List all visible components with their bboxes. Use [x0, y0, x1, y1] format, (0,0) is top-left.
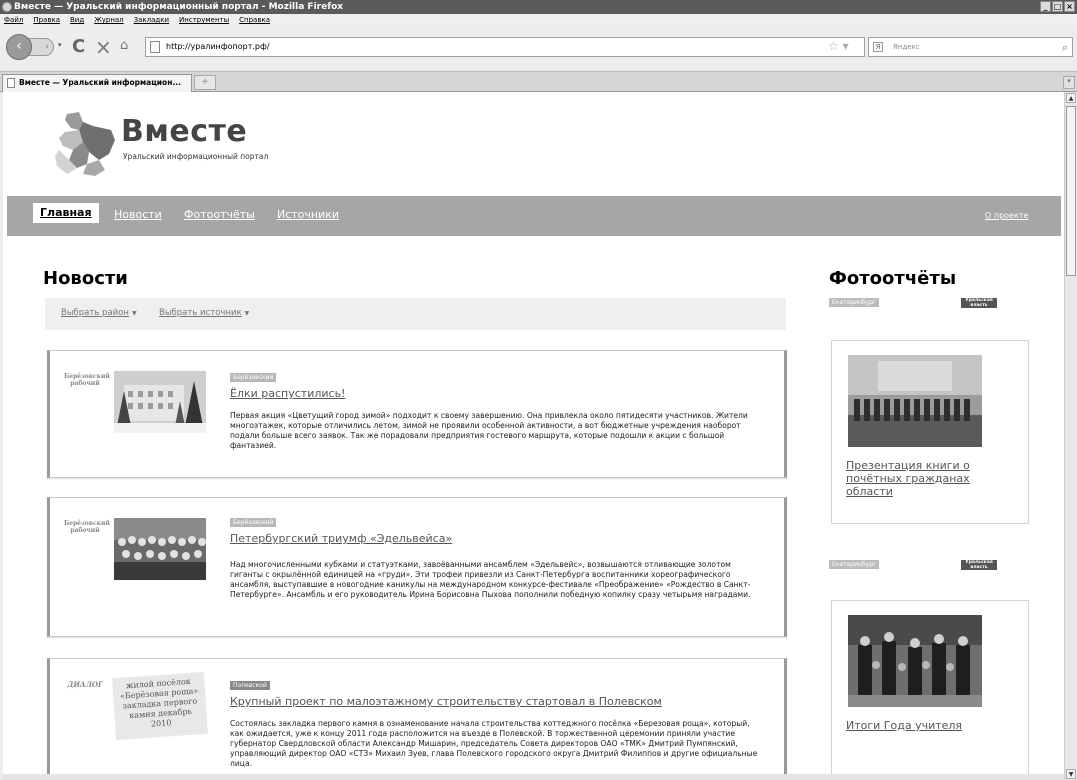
window-titlebar: Вместе — Уральский информационный портал…: [0, 0, 1077, 14]
back-button[interactable]: ‹: [6, 34, 32, 60]
news-filter-bar: [45, 298, 786, 330]
tab-label: Вместе — Уральский информацион...: [19, 78, 181, 87]
site-subtitle: Уральский информационный портал: [123, 152, 269, 161]
photo-source-logo[interactable]: Уральская власть: [961, 560, 997, 570]
menu-edit[interactable]: Правка: [33, 14, 60, 26]
reload-icon[interactable]: C: [72, 36, 85, 57]
photos-heading: Фотоотчёты: [829, 268, 957, 289]
menu-bar: Файл Правка Вид Журнал Закладки Инструме…: [0, 14, 1077, 26]
building-photo: [114, 371, 206, 433]
tab-page-icon: [7, 78, 15, 88]
district-tag[interactable]: Берёзовский: [230, 518, 277, 527]
page-viewport: Вместе Уральский информационный портал Г…: [3, 92, 1064, 780]
news-excerpt: Состоялась закладка первого камня в озна…: [230, 719, 758, 768]
news-title-link[interactable]: Крупный проект по малоэтажному строитель…: [230, 695, 662, 708]
nav-home[interactable]: Главная: [33, 203, 99, 223]
news-title-link[interactable]: Ёлки распустились!: [230, 387, 345, 400]
scroll-down-icon[interactable]: ▼: [1066, 769, 1076, 779]
firefox-icon: [2, 2, 12, 12]
district-filter[interactable]: Выбрать район ▼: [61, 308, 137, 318]
url-bar[interactable]: http://уралинфопорт.рф/: [145, 37, 865, 57]
source-filter-label: Выбрать источник: [159, 308, 242, 318]
menu-tools[interactable]: Инструменты: [179, 14, 229, 26]
district-tag[interactable]: Берёзовский: [230, 373, 277, 382]
source-logo[interactable]: Берёзовский рабочий: [64, 373, 110, 387]
photo-report-card: Презентация книги о почётных гражданах о…: [831, 340, 1029, 524]
search-input[interactable]: Я Яндекс ⌕: [868, 37, 1073, 57]
region-map-logo: [55, 112, 115, 176]
navigation-toolbar: › ‹ ▾ C × ⌂ http://уралинфопорт.рф/ ☆ ▾ …: [0, 26, 1077, 72]
presentation-photo: [848, 355, 982, 447]
home-icon[interactable]: ⌂: [120, 38, 128, 53]
search-icon[interactable]: ⌕: [1062, 39, 1068, 57]
photo-thumbnail[interactable]: [848, 355, 982, 447]
url-text: http://уралинфопорт.рф/: [166, 42, 270, 51]
window-title: Вместе — Уральский информационный портал…: [14, 2, 344, 12]
news-item: Берёзовский рабочий Берёзовский Петербур…: [47, 497, 787, 637]
vertical-scrollbar[interactable]: ▲ ▼: [1064, 92, 1077, 780]
group-photo: [114, 518, 206, 580]
stop-icon[interactable]: ×: [95, 35, 112, 59]
news-item: Берёзовский рабочий Берёзовский Ёлки рас…: [47, 350, 787, 478]
news-excerpt: Над многочисленными кубками и статуэткам…: [230, 560, 751, 599]
page-icon: [150, 41, 160, 53]
photo-district-tag[interactable]: Екатеринбург: [829, 298, 880, 307]
scroll-thumb[interactable]: [1066, 106, 1076, 276]
tab-list-icon[interactable]: ▾: [1063, 76, 1075, 89]
news-thumbnail[interactable]: [114, 518, 206, 580]
news-thumbnail[interactable]: [114, 371, 206, 433]
horizontal-scrollbar[interactable]: [3, 774, 1064, 780]
history-dropdown-icon[interactable]: ▾: [58, 41, 62, 49]
window-controls: _ □ ×: [1040, 1, 1075, 12]
news-excerpt: Первая акция «Цветущий город зимой» подх…: [230, 411, 748, 450]
photo-source-logo[interactable]: Уральская власть: [961, 298, 997, 308]
nav-news[interactable]: Новости: [114, 208, 162, 221]
site-title[interactable]: Вместе: [121, 114, 247, 149]
menu-help[interactable]: Справка: [239, 14, 270, 26]
sign-photo-text: жилой посёлок «Берёзовая роща» закладка …: [119, 676, 199, 729]
about-link[interactable]: О проекте: [985, 211, 1028, 220]
nav-photo-reports[interactable]: Фотоотчёты: [184, 208, 255, 221]
photo-report-card: Итоги Года учителя: [831, 600, 1029, 780]
minimize-button[interactable]: _: [1040, 1, 1051, 12]
teachers-photo: [848, 615, 982, 707]
main-menu: [7, 196, 1061, 236]
new-tab-button[interactable]: +: [194, 75, 216, 90]
bookmark-star-icon[interactable]: ☆ ▾: [828, 39, 849, 53]
menu-view[interactable]: Вид: [70, 14, 84, 26]
close-button[interactable]: ×: [1064, 1, 1075, 12]
browser-window: Вместе — Уральский информационный портал…: [0, 0, 1077, 780]
maximize-button[interactable]: □: [1052, 1, 1063, 12]
source-filter[interactable]: Выбрать источник ▼: [159, 308, 249, 318]
chevron-down-icon: ▼: [244, 310, 250, 317]
chevron-down-icon: ▼: [131, 310, 137, 317]
tab-bar: Вместе — Уральский информацион... + ▾: [0, 72, 1077, 92]
source-logo[interactable]: Берёзовский рабочий: [64, 520, 110, 534]
scroll-up-icon[interactable]: ▲: [1066, 93, 1076, 103]
source-logo[interactable]: ДИАЛОГ: [64, 681, 106, 688]
tab-vmeste[interactable]: Вместе — Уральский информацион...: [2, 74, 192, 92]
news-heading: Новости: [43, 268, 128, 289]
yandex-icon[interactable]: Я: [873, 42, 883, 52]
menu-file[interactable]: Файл: [4, 14, 23, 26]
news-item: ДИАЛОГ жилой посёлок «Берёзовая роща» за…: [47, 658, 787, 780]
district-filter-label: Выбрать район: [61, 308, 129, 318]
photo-report-title-link[interactable]: Презентация книги о почётных гражданах о…: [846, 459, 996, 498]
photo-thumbnail[interactable]: [848, 615, 982, 707]
menu-bookmarks[interactable]: Закладки: [134, 14, 169, 26]
news-thumbnail[interactable]: жилой посёлок «Берёзовая роща» закладка …: [111, 671, 209, 741]
district-tag[interactable]: Полевской: [230, 681, 270, 690]
news-title-link[interactable]: Петербургский триумф «Эдельвейса»: [230, 532, 452, 545]
photo-district-tag[interactable]: Екатеринбург: [829, 560, 880, 569]
nav-sources[interactable]: Источники: [277, 208, 339, 221]
menu-history[interactable]: Журнал: [94, 14, 123, 26]
search-placeholder: Яндекс: [893, 43, 920, 51]
photo-report-title-link[interactable]: Итоги Года учителя: [846, 719, 996, 732]
